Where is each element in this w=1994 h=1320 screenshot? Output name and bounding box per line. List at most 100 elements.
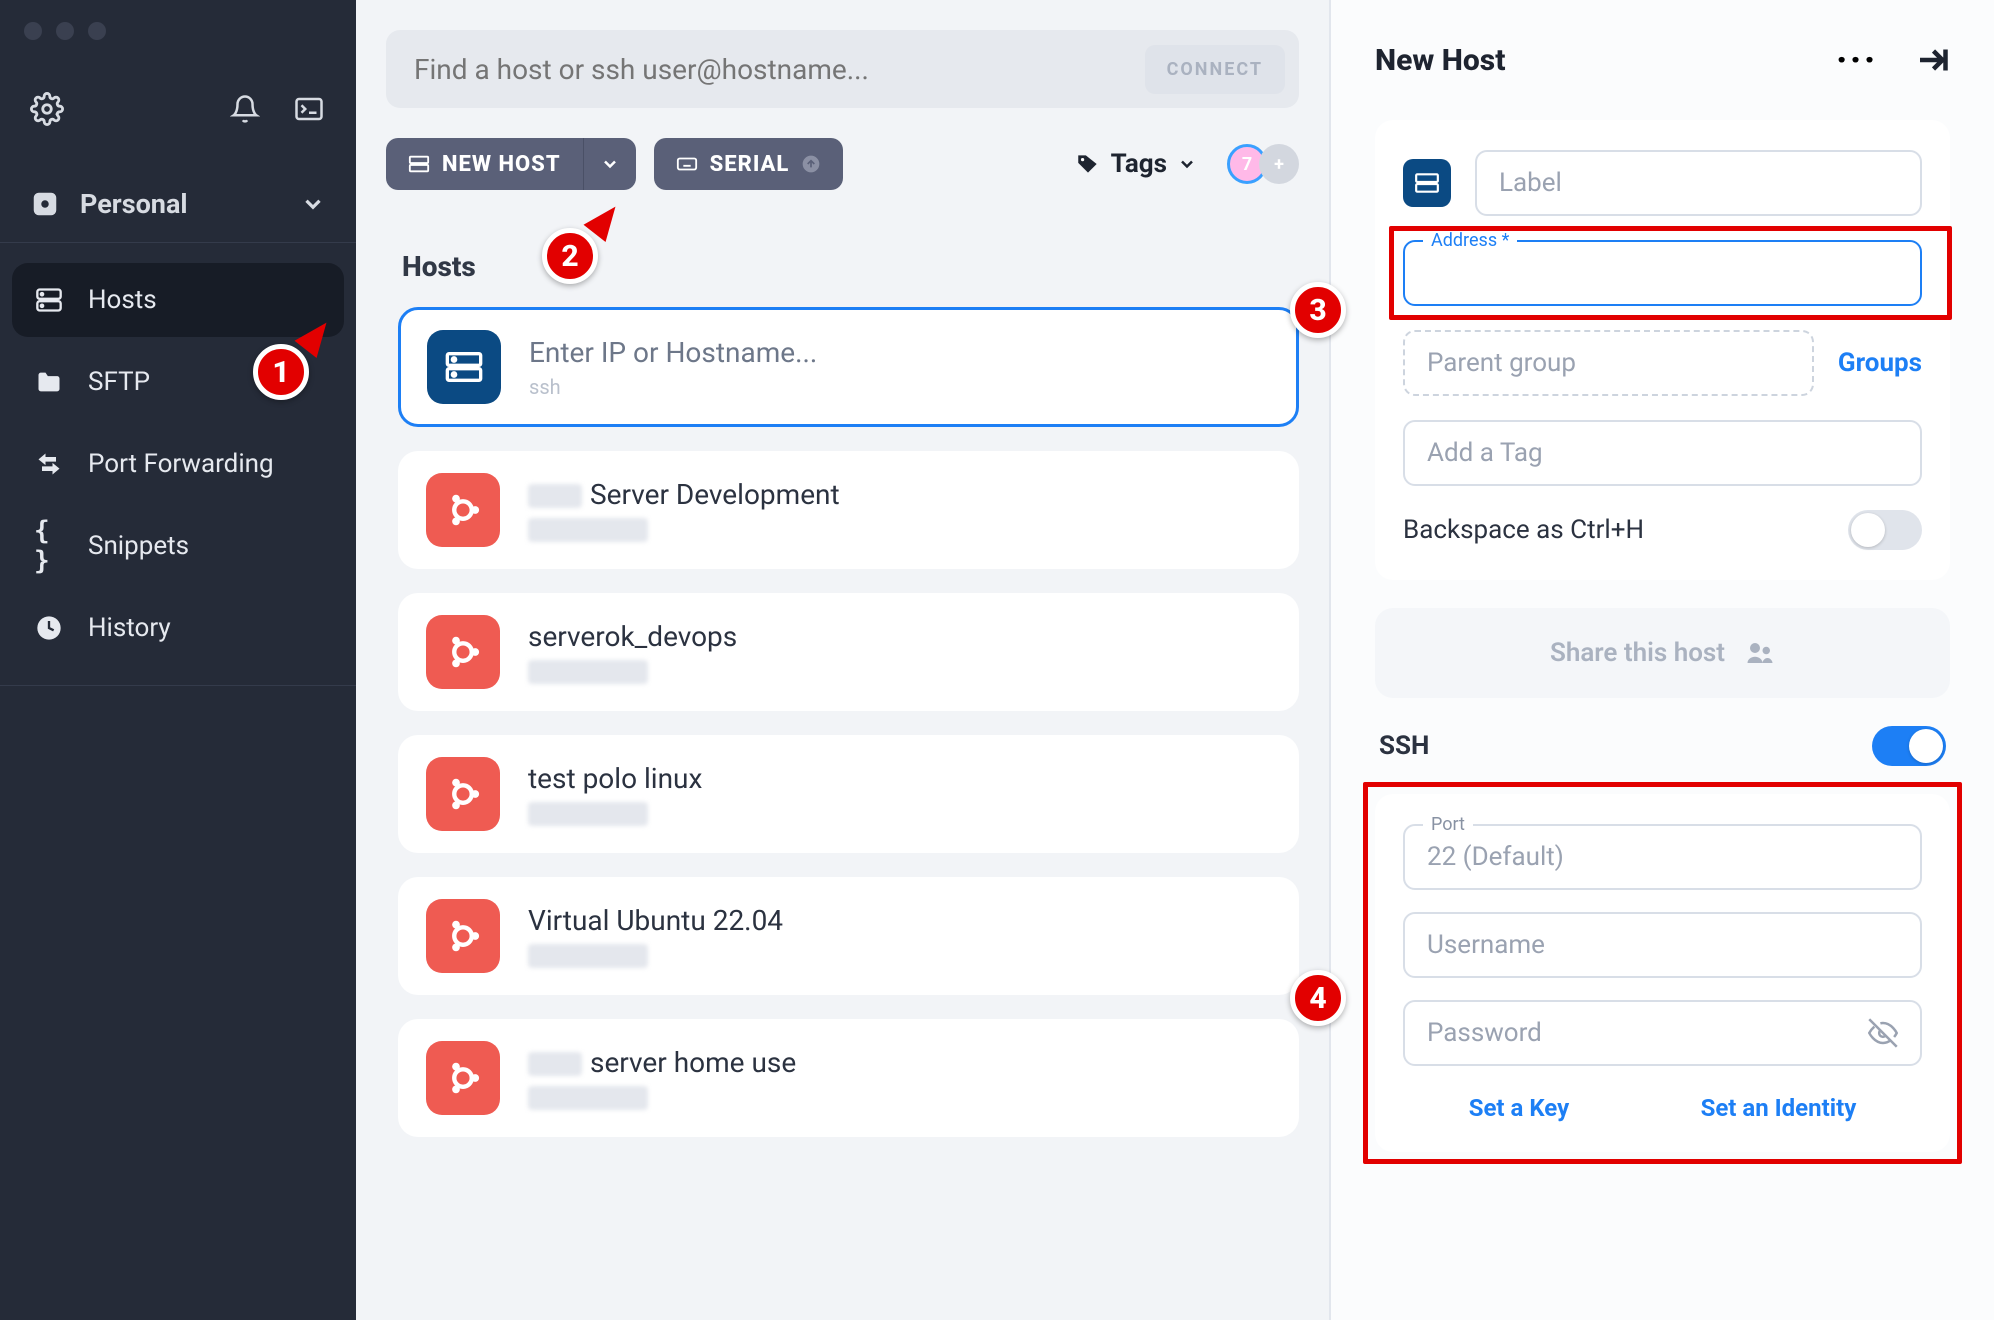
new-host-label: NEW HOST: [442, 152, 561, 177]
server-icon: [34, 285, 64, 315]
serial-button[interactable]: SERIAL: [654, 138, 844, 190]
tag-field[interactable]: [1403, 420, 1922, 486]
clock-icon: [34, 613, 64, 643]
host-sub: [528, 1085, 796, 1111]
ubuntu-icon: [426, 899, 500, 973]
share-label: Share this host: [1550, 638, 1725, 668]
parent-group-placeholder: Parent group: [1427, 348, 1576, 378]
share-host-button[interactable]: Share this host: [1375, 608, 1950, 698]
ssh-toggle[interactable]: [1872, 726, 1946, 766]
new-host-dropdown[interactable]: [584, 138, 636, 190]
annotation-marker-2: 2: [542, 228, 598, 284]
port-input[interactable]: [1427, 842, 1898, 872]
host-sub: [528, 801, 702, 827]
settings-icon[interactable]: [30, 92, 64, 126]
eye-off-icon[interactable]: [1868, 1018, 1898, 1048]
new-host-button[interactable]: NEW HOST: [386, 138, 636, 190]
host-row[interactable]: server home use: [398, 1019, 1299, 1137]
vault-selector[interactable]: Personal: [0, 166, 356, 243]
hosts-section-title: Hosts: [402, 250, 1299, 283]
password-field[interactable]: [1403, 1000, 1922, 1066]
username-input[interactable]: [1427, 930, 1898, 960]
groups-link[interactable]: Groups: [1838, 348, 1922, 378]
sidebar-item-label: SFTP: [88, 367, 150, 397]
main-column: CONNECT NEW HOST SERIAL Tags: [356, 0, 1331, 1320]
collapse-icon[interactable]: [1914, 42, 1950, 78]
folder-icon: [34, 367, 64, 397]
sidebar-item-hosts[interactable]: Hosts: [12, 263, 344, 337]
hosts-list: Hosts Enter IP or Hostname... ssh Server…: [356, 220, 1329, 1201]
connect-button[interactable]: CONNECT: [1145, 45, 1285, 94]
tag-input[interactable]: [1427, 438, 1898, 468]
avatar-stack[interactable]: 7 +: [1227, 144, 1299, 184]
host-sub: ssh: [529, 375, 817, 399]
avatar-add[interactable]: +: [1259, 144, 1299, 184]
tag-icon: [1075, 151, 1101, 177]
label-input[interactable]: [1499, 168, 1898, 198]
sidebar-item-history[interactable]: History: [12, 591, 344, 665]
bell-icon[interactable]: [228, 92, 262, 126]
sidebar-item-label: Hosts: [88, 285, 157, 315]
host-row-new[interactable]: Enter IP or Hostname... ssh: [398, 307, 1299, 427]
host-title: server home use: [528, 1046, 796, 1079]
host-title: test polo linux: [528, 762, 702, 795]
tags-filter[interactable]: Tags: [1075, 149, 1197, 179]
ubuntu-icon: [426, 473, 500, 547]
host-sub: [528, 517, 840, 543]
toolbar: NEW HOST SERIAL Tags 7 +: [356, 128, 1329, 220]
set-key-link[interactable]: Set a Key: [1469, 1094, 1569, 1122]
host-row[interactable]: serverok_devops: [398, 593, 1299, 711]
more-icon[interactable]: ···: [1836, 40, 1878, 80]
host-sub: [528, 659, 737, 685]
host-title: serverok_devops: [528, 620, 737, 653]
host-title: Server Development: [528, 478, 840, 511]
tags-label: Tags: [1111, 149, 1167, 179]
address-field[interactable]: Address *: [1403, 240, 1922, 306]
sidebar-item-snippets[interactable]: { } Snippets: [12, 509, 344, 583]
password-input[interactable]: [1427, 1018, 1868, 1048]
label-field[interactable]: [1475, 150, 1922, 216]
host-row[interactable]: test polo linux: [398, 735, 1299, 853]
chevron-down-icon: [1177, 154, 1197, 174]
serial-label: SERIAL: [710, 152, 790, 177]
up-arrow-icon: [801, 154, 821, 174]
host-sub: [528, 943, 783, 969]
host-row[interactable]: Virtual Ubuntu 22.04: [398, 877, 1299, 995]
sidebar-item-label: History: [88, 613, 171, 643]
arrows-icon: [34, 449, 64, 479]
annotation-marker-3: 3: [1290, 282, 1346, 338]
ubuntu-icon: [426, 1041, 500, 1115]
set-identity-link[interactable]: Set an Identity: [1701, 1094, 1857, 1122]
server-icon: [427, 330, 501, 404]
parent-group-field[interactable]: Parent group: [1403, 330, 1814, 396]
annotation-marker-1: 1: [253, 344, 309, 400]
address-float-label: Address *: [1423, 230, 1517, 251]
port-float-label: Port: [1423, 814, 1473, 835]
backspace-toggle[interactable]: [1848, 510, 1922, 550]
traffic-light-close[interactable]: [24, 22, 42, 40]
sidebar-item-port-forwarding[interactable]: Port Forwarding: [12, 427, 344, 501]
terminal-icon[interactable]: [292, 92, 326, 126]
annotation-marker-4: 4: [1290, 970, 1346, 1026]
traffic-light-min[interactable]: [56, 22, 74, 40]
sidebar-item-label: Snippets: [88, 531, 189, 561]
host-row[interactable]: Server Development: [398, 451, 1299, 569]
people-icon: [1745, 638, 1775, 668]
search-box: CONNECT: [386, 30, 1299, 108]
server-icon: [1403, 159, 1451, 207]
search-input[interactable]: [414, 53, 1125, 86]
port-field[interactable]: Port: [1403, 824, 1922, 890]
ubuntu-icon: [426, 615, 500, 689]
ubuntu-icon: [426, 757, 500, 831]
vault-label: Personal: [80, 188, 188, 220]
address-input[interactable]: [1427, 258, 1898, 288]
detail-panel: New Host ··· Address *: [1331, 0, 1994, 1320]
braces-icon: { }: [34, 531, 64, 561]
window-controls: [0, 0, 356, 62]
traffic-light-max[interactable]: [88, 22, 106, 40]
server-icon: [408, 153, 430, 175]
keyboard-icon: [676, 153, 698, 175]
ssh-card: Port Set a Key Set an Identity: [1375, 794, 1950, 1152]
username-field[interactable]: [1403, 912, 1922, 978]
chevron-down-icon: [300, 191, 326, 217]
